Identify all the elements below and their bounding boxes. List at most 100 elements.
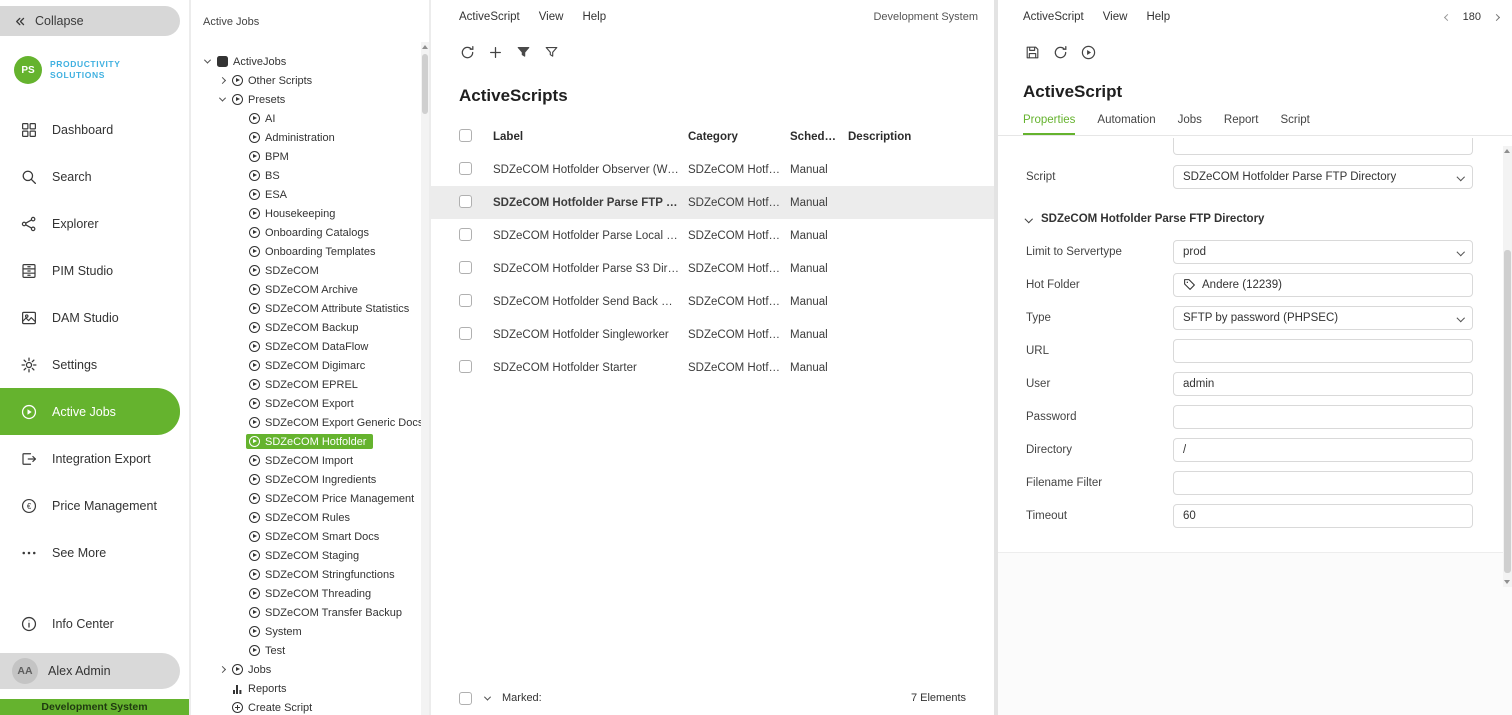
scroll-up-icon[interactable]: [421, 42, 429, 52]
add-icon[interactable]: [487, 44, 504, 61]
column-schedule[interactable]: Schedule: [790, 131, 848, 143]
scroll-down-icon[interactable]: [1503, 577, 1511, 587]
tree-expand-icon[interactable]: [201, 52, 214, 71]
tree-expand-icon[interactable]: [216, 679, 229, 698]
column-description[interactable]: Description: [848, 131, 994, 143]
tree-item[interactable]: SDZeCOM EPREL: [191, 375, 429, 394]
tree-expand-icon[interactable]: [233, 147, 246, 166]
tree-expand-icon[interactable]: [233, 432, 246, 451]
tab-automation[interactable]: Automation: [1097, 114, 1155, 135]
menu-view[interactable]: View: [1103, 11, 1128, 23]
sidebar-item-explorer[interactable]: Explorer: [0, 200, 189, 247]
tree-item[interactable]: AI: [191, 109, 429, 128]
tree-item[interactable]: SDZeCOM Rules: [191, 508, 429, 527]
tab-report[interactable]: Report: [1224, 114, 1259, 135]
tree-expand-icon[interactable]: [233, 622, 246, 641]
pager-next-icon[interactable]: [1490, 15, 1502, 20]
field-control[interactable]: SDZeCOM Hotfolder Parse FTP Directory: [1173, 165, 1473, 189]
row-checkbox[interactable]: [459, 228, 472, 241]
field-control[interactable]: 60: [1173, 504, 1473, 528]
scrollbar-thumb[interactable]: [422, 54, 428, 114]
tree-item[interactable]: Housekeeping: [191, 204, 429, 223]
tree-expand-icon[interactable]: [233, 451, 246, 470]
tree-item[interactable]: Presets: [191, 90, 429, 109]
row-checkbox[interactable]: [459, 261, 472, 274]
tree-expand-icon[interactable]: [233, 470, 246, 489]
menu-help[interactable]: Help: [582, 11, 606, 23]
tree-expand-icon[interactable]: [216, 90, 229, 109]
field-control[interactable]: Andere (12239): [1173, 273, 1473, 297]
tree-item[interactable]: SDZeCOM Hotfolder: [191, 432, 429, 451]
tab-jobs[interactable]: Jobs: [1178, 114, 1202, 135]
tree-expand-icon[interactable]: [233, 375, 246, 394]
column-label[interactable]: Label: [493, 131, 688, 143]
tree-item[interactable]: SDZeCOM Price Management: [191, 489, 429, 508]
tree-item[interactable]: SDZeCOM DataFlow: [191, 337, 429, 356]
script-row[interactable]: SDZeCOM Hotfolder Parse Local Directory …: [431, 219, 994, 252]
marked-checkbox[interactable]: [459, 692, 472, 705]
dropdown-chevron-icon[interactable]: [1458, 315, 1464, 321]
tree-expand-icon[interactable]: [233, 584, 246, 603]
tree-item[interactable]: Administration: [191, 128, 429, 147]
tree-item[interactable]: SDZeCOM: [191, 261, 429, 280]
script-row[interactable]: SDZeCOM Hotfolder Send Back Errors SDZeC…: [431, 285, 994, 318]
sidebar-item-dam-studio[interactable]: DAM Studio: [0, 294, 189, 341]
tree-expand-icon[interactable]: [233, 261, 246, 280]
menu-activescript[interactable]: ActiveScript: [459, 11, 520, 23]
sidebar-item-integration-export[interactable]: Integration Export: [0, 435, 189, 482]
tree-expand-icon[interactable]: [233, 185, 246, 204]
pager-prev-icon[interactable]: [1442, 15, 1454, 20]
dropdown-chevron-icon[interactable]: [1458, 249, 1464, 255]
tree-expand-icon[interactable]: [233, 204, 246, 223]
tree-expand-icon[interactable]: [233, 394, 246, 413]
tree-expand-icon[interactable]: [233, 280, 246, 299]
field-control[interactable]: [1173, 138, 1473, 155]
row-checkbox[interactable]: [459, 195, 472, 208]
tree-item[interactable]: Onboarding Catalogs: [191, 223, 429, 242]
tree-expand-icon[interactable]: [233, 356, 246, 375]
script-row[interactable]: SDZeCOM Hotfolder Singleworker SDZeCOM H…: [431, 318, 994, 351]
tree-expand-icon[interactable]: [233, 489, 246, 508]
menu-help[interactable]: Help: [1146, 11, 1170, 23]
script-row[interactable]: SDZeCOM Hotfolder Parse S3 Directory SDZ…: [431, 252, 994, 285]
sidebar-item-search[interactable]: Search: [0, 153, 189, 200]
field-control[interactable]: prod: [1173, 240, 1473, 264]
sidebar-item-price-management[interactable]: € Price Management: [0, 482, 189, 529]
field-control[interactable]: /: [1173, 438, 1473, 462]
field-control[interactable]: [1173, 405, 1473, 429]
tree-item[interactable]: Onboarding Templates: [191, 242, 429, 261]
tree-expand-icon[interactable]: [233, 546, 246, 565]
detail-scrollbar[interactable]: [1503, 146, 1512, 587]
tree-item[interactable]: BS: [191, 166, 429, 185]
column-category[interactable]: Category: [688, 131, 790, 143]
tree-item[interactable]: Test: [191, 641, 429, 660]
marked-chevron-icon[interactable]: [481, 696, 493, 701]
tab-properties[interactable]: Properties: [1023, 114, 1075, 135]
tree-item[interactable]: SDZeCOM Digimarc: [191, 356, 429, 375]
row-checkbox[interactable]: [459, 360, 472, 373]
tree-item[interactable]: SDZeCOM Smart Docs: [191, 527, 429, 546]
tree-item[interactable]: SDZeCOM Export Generic Docs: [191, 413, 429, 432]
tree-expand-icon[interactable]: [233, 413, 246, 432]
tree-item[interactable]: Reports: [191, 679, 429, 698]
tree-item[interactable]: BPM: [191, 147, 429, 166]
tree-item[interactable]: SDZeCOM Staging: [191, 546, 429, 565]
tree-item[interactable]: SDZeCOM Backup: [191, 318, 429, 337]
tree-expand-icon[interactable]: [233, 242, 246, 261]
tree-expand-icon[interactable]: [216, 660, 229, 679]
sidebar-item-pim-studio[interactable]: PIM Studio: [0, 247, 189, 294]
tree-expand-icon[interactable]: [233, 299, 246, 318]
section-collapse-icon[interactable]: [1026, 216, 1040, 222]
filter-icon[interactable]: [543, 44, 560, 61]
tree-expand-icon[interactable]: [233, 337, 246, 356]
tree-expand-icon[interactable]: [233, 166, 246, 185]
tree-expand-icon[interactable]: [233, 128, 246, 147]
row-checkbox[interactable]: [459, 294, 472, 307]
tree-item[interactable]: Other Scripts: [191, 71, 429, 90]
tree-expand-icon[interactable]: [233, 603, 246, 622]
tree-expand-icon[interactable]: [233, 641, 246, 660]
tree-item[interactable]: Create Script: [191, 698, 429, 715]
menu-view[interactable]: View: [539, 11, 564, 23]
filter-active-icon[interactable]: [515, 44, 532, 61]
refresh-icon[interactable]: [1052, 44, 1069, 61]
